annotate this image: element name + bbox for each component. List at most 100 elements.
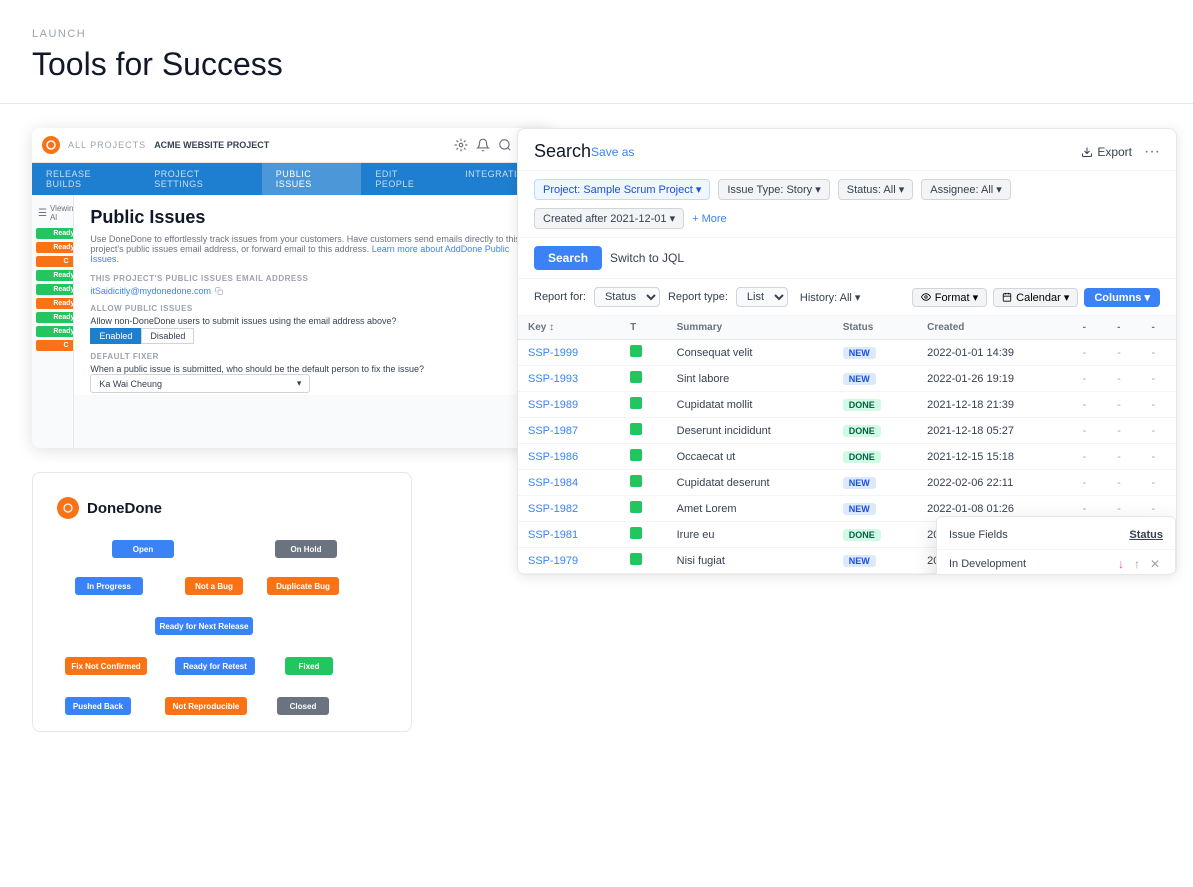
dd-fixer-select[interactable]: Ka Wai Cheung ▾ [90,374,310,393]
calendar-button[interactable]: Calendar ▾ [993,288,1078,307]
settings-icon[interactable] [454,138,468,152]
tab-project-settings[interactable]: PROJECT SETTINGS [140,163,262,195]
issue-type-icon [630,553,642,565]
col-in-dev-remove[interactable]: ✕ [1147,556,1163,572]
cell-created: 2022-02-06 22:11 [917,470,1072,496]
filter-assignee[interactable]: Assignee: All ▾ [921,179,1011,200]
jira-header-actions: Export ··· [1081,143,1160,161]
table-header-row: Key ↕ T Summary Status Created - - - [518,316,1176,340]
dd-orange-icon [42,136,60,154]
eye-icon [921,292,931,302]
col-type: T [620,316,667,340]
wf-notabug: Not a Bug [185,577,243,595]
col-in-dev-down[interactable]: ↓ [1115,556,1127,572]
cell-type [620,366,667,392]
wf-dupbug: Duplicate Bug [267,577,339,595]
dd-sidebar-nav: ☰ Viewing: Al [36,201,69,225]
table-row: SSP-1989 Cupidatat mollit DONE 2021-12-1… [518,392,1176,418]
search-button[interactable]: Search [534,246,602,270]
switch-jql-button[interactable]: Switch to JQL [610,251,684,265]
issue-link[interactable]: SSP-1986 [528,451,578,463]
issue-link[interactable]: SSP-1999 [528,347,578,359]
cell-status: NEW [833,496,917,522]
issue-type-icon [630,423,642,435]
columns-dropdown: Issue Fields Status ↗ In Development ↓ ↑… [936,516,1176,574]
bell-icon[interactable] [476,138,490,152]
toggle-disabled[interactable]: Disabled [141,328,194,344]
tab-public-issues[interactable]: PUBLIC ISSUES [262,163,362,195]
filter-issuetype[interactable]: Issue Type: Story ▾ [718,179,829,200]
col-status: Status [833,316,917,340]
cell-extra1: - [1073,392,1107,418]
dd-email-label: THIS PROJECT'S PUBLIC ISSUES EMAIL ADDRE… [90,274,536,283]
issue-link[interactable]: SSP-1984 [528,477,578,489]
issue-link[interactable]: SSP-1979 [528,555,578,567]
cell-status: NEW [833,548,917,574]
status-badge: NEW [843,555,876,567]
all-projects-label[interactable]: ALL PROJECTS [68,140,146,150]
filter-created[interactable]: Created after 2021-12-01 ▾ [534,208,684,229]
cell-status: DONE [833,418,917,444]
filter-status[interactable]: Status: All ▾ [838,179,914,200]
cell-key: SSP-1979 [518,548,620,574]
more-button[interactable]: ··· [1144,143,1160,161]
history-label: History: All ▾ [800,291,861,304]
project-name-label: ACME WEBSITE PROJECT [154,140,269,150]
wf-pushedback: Pushed Back [65,697,131,715]
report-row: Report for: Status Report type: List His… [518,279,1176,316]
issue-type-icon [630,527,642,539]
copy-icon[interactable] [215,287,223,295]
table-row: SSP-1999 Consequat velit NEW 2022-01-01 … [518,340,1176,366]
cell-extra2: - [1107,366,1141,392]
status-badge: DONE [843,529,881,541]
dd-toggle[interactable]: Enabled Disabled [90,328,536,344]
issue-link[interactable]: SSP-1987 [528,425,578,437]
tab-edit-people[interactable]: EDIT PEOPLE [361,163,451,195]
cell-extra3: - [1142,418,1176,444]
issue-link[interactable]: SSP-1993 [528,373,578,385]
cell-type [620,496,667,522]
cell-type [620,444,667,470]
dd-fixer-chevron: ▾ [297,378,302,389]
cell-summary: Amet Lorem [667,496,833,522]
cell-extra2: - [1107,470,1141,496]
col-in-dev-up[interactable]: ↑ [1131,556,1143,572]
table-row: SSP-1984 Cupidatat deserunt NEW 2022-02-… [518,470,1176,496]
wf-inprogress: In Progress [75,577,143,595]
cell-summary: Deserunt incididunt [667,418,833,444]
more-filters-btn[interactable]: + More [692,213,727,225]
issue-link[interactable]: SSP-1989 [528,399,578,411]
dd-fixer-label: DEFAULT FIXER [90,352,536,361]
wf-fixed: Fixed [285,657,333,675]
issue-link[interactable]: SSP-1982 [528,503,578,515]
toggle-enabled[interactable]: Enabled [90,328,141,344]
tab-release-builds[interactable]: RELEASE BUILDS [32,163,140,195]
filter-project[interactable]: Project: Sample Scrum Project ▾ [534,179,710,200]
dd-body: ☰ Viewing: Al Ready f Ready f C Ready f … [32,195,552,448]
format-button[interactable]: Format ▾ [912,288,987,307]
issue-type-icon [630,345,642,357]
sidebar-badge-2: Ready f [36,242,74,253]
page-header: LAUNCH Tools for Success [0,0,1193,104]
dd-workflow-logo-row: DoneDone [57,497,387,519]
col-extra3: - [1142,316,1176,340]
sidebar-badge-6: Ready f [36,298,74,309]
dd-top-bar: ALL PROJECTS ACME WEBSITE PROJECT + [32,128,552,163]
cell-extra1: - [1073,366,1107,392]
wf-fixnotconf: Fix Not Confirmed [65,657,147,675]
issue-link[interactable]: SSP-1981 [528,529,578,541]
search-icon[interactable] [498,138,512,152]
jira-search-area: Search Save as Export ··· Project: Sampl… [597,128,1162,732]
report-for-select[interactable]: Status [594,287,660,307]
cell-summary: Cupidatat deserunt [667,470,833,496]
issue-type-icon [630,475,642,487]
columns-button[interactable]: Columns ▾ [1084,288,1160,307]
save-as-link[interactable]: Save as [591,145,634,159]
export-button[interactable]: Export [1081,145,1132,159]
cell-extra1: - [1073,444,1107,470]
report-for-label: Report for: [534,291,586,303]
issue-type-icon [630,371,642,383]
dd-email-value: itSaidicitly@mydonedone.com [90,286,211,296]
col-dropdown-header: Issue Fields Status ↗ [937,525,1175,550]
report-type-select[interactable]: List [736,287,788,307]
